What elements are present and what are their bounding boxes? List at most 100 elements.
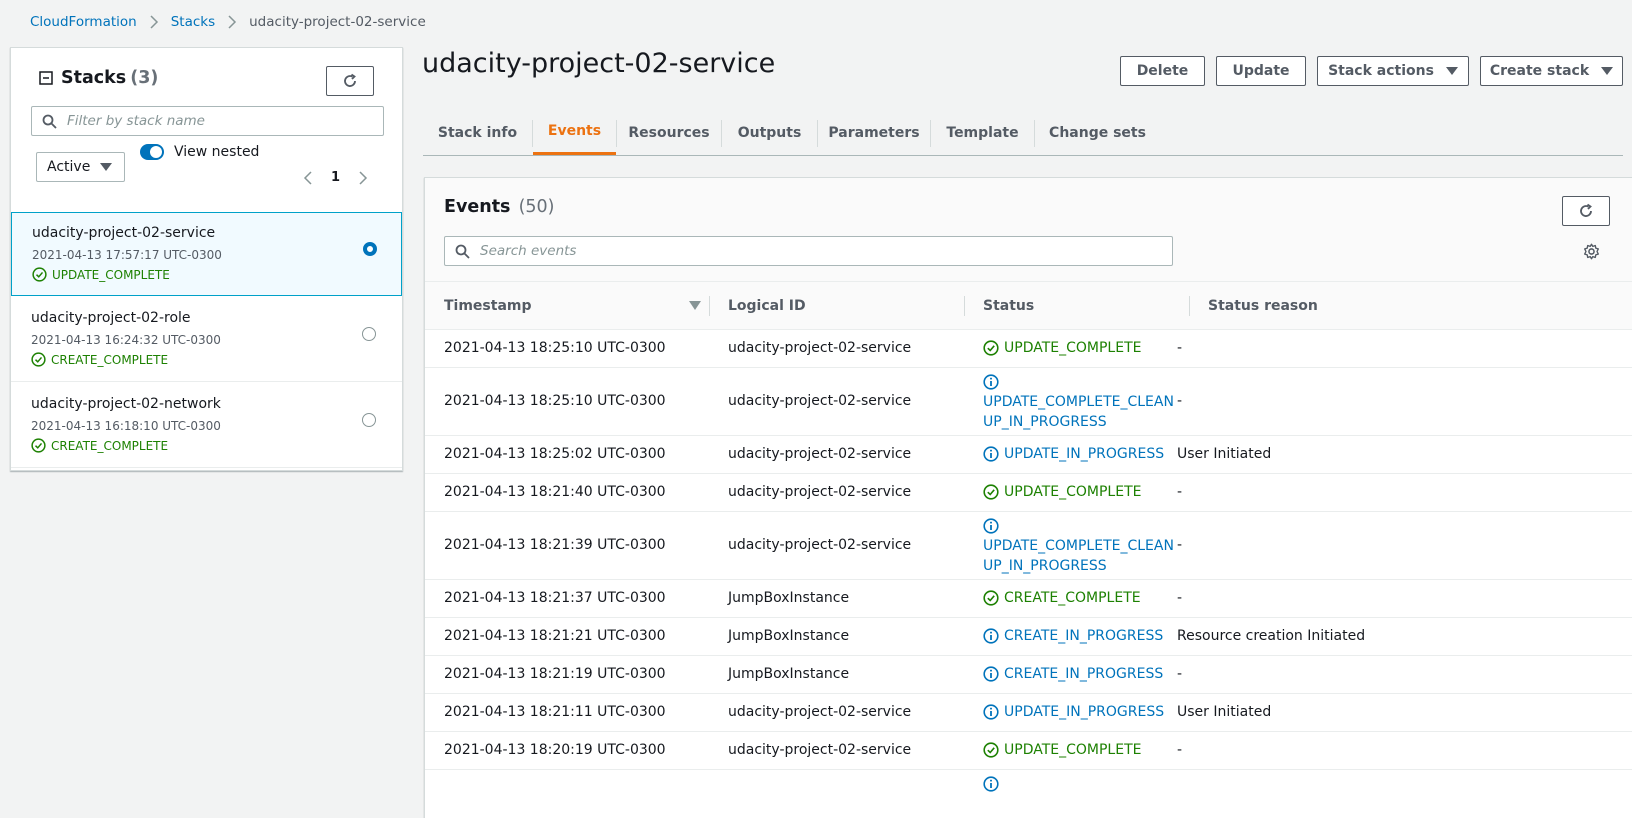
cell-status-reason: User Initiated — [1177, 446, 1272, 462]
cell-status-text-line: UPDATE_COMPLETE_CLEAN — [983, 538, 1174, 554]
column-header-status-reason[interactable]: Status reason — [1208, 282, 1318, 330]
stack-timestamp: 2021-04-13 16:18:10 UTC-0300 — [31, 419, 221, 433]
column-header-logical-id[interactable]: Logical ID — [728, 282, 806, 330]
breadcrumb-stacks-link[interactable]: Stacks — [171, 14, 215, 30]
cell-timestamp: 2021-04-13 18:21:39 UTC-0300 — [444, 537, 666, 553]
cell-status[interactable]: UPDATE_IN_PROGRESS — [983, 446, 1164, 462]
stack-status: CREATE_COMPLETE — [31, 438, 168, 453]
view-nested-label: View nested — [174, 144, 260, 160]
cell-status[interactable] — [983, 776, 999, 794]
table-row: 2021-04-13 18:21:11 UTC-0300 udacity-proj… — [425, 694, 1632, 732]
cell-status: CREATE_COMPLETE — [983, 590, 1141, 606]
page-number[interactable]: 1 — [331, 170, 340, 185]
caret-down-icon — [100, 163, 112, 171]
search-icon — [455, 244, 470, 259]
stack-list-item[interactable]: udacity-project-02-network 2021-04-13 16… — [11, 384, 402, 468]
cell-logical-id: JumpBoxInstance — [728, 666, 850, 682]
events-title-text: Events — [444, 197, 511, 217]
stack-status-text: CREATE_COMPLETE — [51, 352, 169, 367]
cell-status-reason: Resource creation Initiated — [1177, 628, 1366, 644]
stacks-panel-header: Stacks (3) — [39, 68, 158, 88]
events-search-field[interactable] — [444, 236, 1173, 266]
check-circle-icon — [31, 352, 46, 367]
check-circle-icon — [983, 742, 999, 758]
stack-actions-label: Stack actions — [1328, 63, 1434, 79]
tab-parameters[interactable]: Parameters — [818, 110, 930, 155]
stack-filter-input[interactable] — [67, 113, 367, 129]
chevron-right-icon[interactable] — [358, 170, 368, 185]
check-circle-icon — [32, 267, 47, 282]
check-circle-icon — [31, 438, 46, 453]
tab-template[interactable]: Template — [931, 110, 1034, 155]
create-stack-button[interactable]: Create stack — [1480, 56, 1623, 86]
stack-status: UPDATE_COMPLETE — [32, 267, 170, 282]
refresh-icon — [1580, 203, 1592, 217]
stack-filter-field[interactable] — [31, 106, 384, 136]
cell-logical-id: JumpBoxInstance — [728, 590, 850, 606]
collapse-icon[interactable] — [39, 71, 53, 85]
cell-status-reason: - — [1177, 393, 1183, 409]
cell-status[interactable]: UPDATE_COMPLETE_CLEAN UP_IN_PROGRESS — [983, 374, 1174, 432]
stack-list-item[interactable]: udacity-project-02-service 2021-04-13 17… — [11, 212, 402, 296]
stack-status: CREATE_COMPLETE — [31, 352, 168, 367]
info-circle-icon — [983, 776, 999, 792]
cell-status[interactable]: UPDATE_IN_PROGRESS — [983, 704, 1164, 720]
cell-status[interactable]: CREATE_IN_PROGRESS — [983, 628, 1163, 644]
stack-list-item[interactable]: udacity-project-02-role 2021-04-13 16:24… — [11, 298, 402, 382]
check-circle-icon — [983, 484, 999, 500]
info-circle-icon — [983, 518, 999, 534]
stacks-pagination: 1 — [303, 170, 368, 185]
events-refresh-button[interactable] — [1562, 196, 1610, 226]
table-row: 2021-04-13 18:21:19 UTC-0300 JumpBoxInsta… — [425, 656, 1632, 694]
events-title: Events (50) — [444, 197, 555, 217]
tab-stack-info[interactable]: Stack info — [423, 110, 532, 155]
refresh-icon — [344, 73, 356, 87]
column-header-status[interactable]: Status — [983, 282, 1034, 330]
cell-timestamp: 2021-04-13 18:20:19 UTC-0300 — [444, 742, 666, 758]
table-row — [425, 770, 1632, 818]
cell-logical-id: udacity-project-02-service — [728, 393, 912, 409]
events-count: (50) — [518, 197, 555, 217]
stack-actions-button[interactable]: Stack actions — [1317, 56, 1469, 86]
chevron-left-icon[interactable] — [303, 170, 313, 185]
cell-status-text-line: UP_IN_PROGRESS — [983, 558, 1107, 574]
cell-status[interactable]: CREATE_IN_PROGRESS — [983, 666, 1163, 682]
chevron-right-icon — [228, 15, 237, 29]
page-title: udacity-project-02-service — [422, 48, 776, 79]
cell-status[interactable]: UPDATE_COMPLETE_CLEAN UP_IN_PROGRESS — [983, 518, 1174, 576]
tab-resources[interactable]: Resources — [617, 110, 721, 155]
table-row: 2021-04-13 18:21:21 UTC-0300 JumpBoxInsta… — [425, 618, 1632, 656]
column-header-timestamp[interactable]: Timestamp — [444, 282, 532, 330]
table-row: 2021-04-13 18:21:37 UTC-0300 JumpBoxInsta… — [425, 580, 1632, 618]
delete-button[interactable]: Delete — [1120, 56, 1205, 86]
cell-timestamp: 2021-04-13 18:25:10 UTC-0300 — [444, 393, 666, 409]
cell-status: UPDATE_COMPLETE — [983, 742, 1141, 758]
gear-icon[interactable] — [1583, 243, 1600, 260]
events-table-header: Timestamp Logical ID Status Status reaso… — [425, 282, 1632, 330]
search-icon — [42, 114, 57, 129]
cell-logical-id: JumpBoxInstance — [728, 628, 850, 644]
tab-outputs[interactable]: Outputs — [722, 110, 817, 155]
tab-events[interactable]: Events — [533, 110, 616, 155]
stacks-refresh-button[interactable] — [326, 66, 374, 96]
events-search-input[interactable] — [480, 243, 1160, 259]
stack-name: udacity-project-02-role — [31, 310, 191, 326]
table-row: 2021-04-13 18:21:40 UTC-0300 udacity-proj… — [425, 474, 1632, 512]
cell-status-text-line: UPDATE_COMPLETE_CLEAN — [983, 394, 1174, 410]
update-button[interactable]: Update — [1216, 56, 1306, 86]
status-filter-select[interactable]: Active — [36, 152, 125, 182]
cell-timestamp: 2021-04-13 18:21:19 UTC-0300 — [444, 666, 666, 682]
view-nested-toggle[interactable] — [140, 144, 164, 160]
cell-status-text: CREATE_IN_PROGRESS — [1004, 666, 1164, 682]
breadcrumb-cloudformation-link[interactable]: CloudFormation — [30, 14, 137, 30]
stack-radio[interactable] — [362, 413, 376, 427]
stack-radio[interactable] — [363, 242, 377, 256]
tab-change-sets[interactable]: Change sets — [1035, 110, 1160, 155]
cell-status-text: UPDATE_COMPLETE — [1004, 484, 1142, 500]
table-row: 2021-04-13 18:25:10 UTC-0300 udacity-proj… — [425, 330, 1632, 368]
stack-radio[interactable] — [362, 327, 376, 341]
stack-status-text: UPDATE_COMPLETE — [52, 267, 170, 282]
cell-timestamp: 2021-04-13 18:25:02 UTC-0300 — [444, 446, 666, 462]
stacks-count: (3) — [130, 68, 159, 88]
sort-descending-icon[interactable] — [689, 301, 701, 311]
